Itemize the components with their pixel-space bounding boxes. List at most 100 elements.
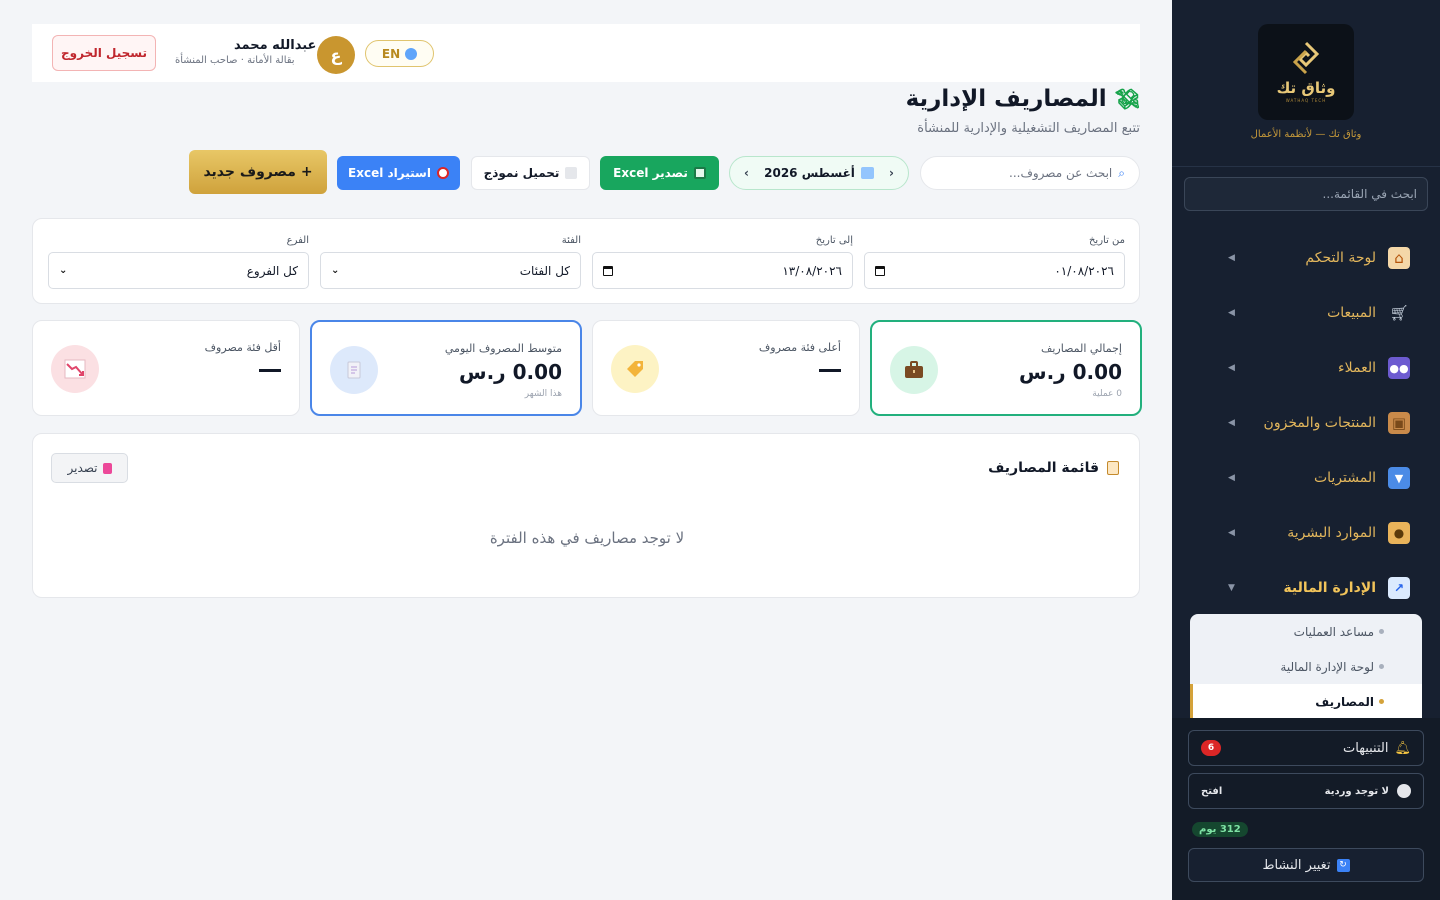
language-toggle-button[interactable]: EN <box>365 40 434 67</box>
sidebar-item-label: الإدارة المالية <box>1283 580 1376 596</box>
user-role: بقالة الأمانة · صاحب المنشأة <box>175 55 295 66</box>
expenses-list-title: قائمة المصاريف <box>988 460 1119 476</box>
chart-icon: ↗ <box>1388 577 1410 599</box>
month-navigator: ‹ أغسطس 2026 › <box>729 156 909 190</box>
stat-card-daily-average: متوسط المصروف اليومي 0.00 ر.س هذا الشهر <box>310 320 582 416</box>
sidebar-item-customers[interactable]: ●● العملاء ◀ <box>1172 348 1440 388</box>
change-activity-label: تغيير النشاط <box>1262 857 1331 873</box>
sidebar-item-sales[interactable]: 🛒︎ المبيعات ◀ <box>1172 293 1440 333</box>
avatar[interactable]: ع <box>317 36 355 74</box>
filter-to-date: إلى تاريخ ١٣/٠٨/٢٠٢٦ <box>592 235 853 289</box>
chart-down-icon <box>51 345 99 393</box>
stat-label: أقل فئة مصروف <box>204 341 281 354</box>
change-activity-button[interactable]: ↻ تغيير النشاط <box>1188 848 1424 882</box>
briefcase-icon <box>890 346 938 394</box>
user-name: عبدالله محمد <box>234 38 317 53</box>
calendar-icon[interactable] <box>603 265 613 276</box>
download-template-label: تحميل نموذج <box>483 166 560 180</box>
next-month-button[interactable]: › <box>744 166 749 180</box>
tag-icon <box>611 345 659 393</box>
sidebar-divider <box>1172 166 1440 167</box>
month-label: أغسطس 2026 <box>764 166 874 180</box>
export-excel-button[interactable]: تصدير Excel <box>600 156 719 190</box>
chevron-left-icon: ◀ <box>1228 308 1235 318</box>
logo-sub: WATHAQ TECH <box>1285 98 1327 103</box>
chevron-down-icon: ⌄ <box>331 265 340 276</box>
sidebar-item-hr[interactable]: ● الموارد البشرية ◀ <box>1172 513 1440 553</box>
calendar-icon[interactable] <box>875 265 885 276</box>
submenu-item-label: مساعد العمليات <box>1293 624 1374 639</box>
globe-icon <box>405 47 418 60</box>
from-date-input[interactable]: ٠١/٠٨/٢٠٢٦ <box>864 252 1125 289</box>
import-excel-button[interactable]: استيراد Excel <box>337 156 460 190</box>
to-date-value: ١٣/٠٨/٢٠٢٦ <box>782 263 842 278</box>
search-icon: ⌕ <box>1118 165 1125 180</box>
bullet-icon <box>1379 629 1384 634</box>
submenu-item-label: لوحة الإدارة المالية <box>1280 659 1374 674</box>
import-excel-label: استيراد Excel <box>348 166 431 180</box>
download-template-button[interactable]: تحميل نموذج <box>471 156 590 190</box>
logo-mark-icon <box>1289 41 1323 75</box>
expenses-list-title-text: قائمة المصاريف <box>988 460 1099 476</box>
prev-month-button[interactable]: ‹ <box>889 166 894 180</box>
shift-status: لا توجد وردية افتح <box>1188 773 1424 809</box>
calendar-icon <box>860 167 874 179</box>
submenu-item-label: المصاريف <box>1315 694 1374 709</box>
stat-value: 0.00 ر.س <box>1018 360 1122 384</box>
notifications-button[interactable]: 🔔︎ التنبيهات 6 <box>1188 730 1424 766</box>
page-title: 💸︎ المصاريف الإدارية <box>906 86 1140 112</box>
sidebar-footer: 🔔︎ التنبيهات 6 لا توجد وردية افتح 312 يو… <box>1172 718 1440 900</box>
submenu-item-finance-dashboard[interactable]: لوحة الإدارة المالية <box>1190 649 1422 684</box>
sidebar-item-label: المشتريات <box>1313 470 1376 486</box>
chevron-down-icon: ▼ <box>1228 583 1235 593</box>
filter-from-label: من تاريخ <box>1088 235 1125 246</box>
stat-card-low-category: أقل فئة مصروف <box>32 320 300 416</box>
clipboard-icon <box>1107 461 1119 475</box>
notifications-label: التنبيهات <box>1343 740 1389 756</box>
sidebar-search-input[interactable] <box>1184 177 1428 211</box>
logout-button[interactable]: تسجيل الخروج <box>52 35 156 71</box>
new-expense-button[interactable]: + مصروف جديد <box>189 150 327 194</box>
stat-note: 0 عملية <box>1092 389 1122 399</box>
stat-value: 0.00 ر.س <box>458 360 562 384</box>
users-icon: ●● <box>1388 357 1410 379</box>
expense-search-input[interactable] <box>942 166 1113 180</box>
open-shift-button[interactable]: افتح <box>1201 786 1222 797</box>
brand-tagline: وثاق تك — لأنظمة الأعمال <box>1250 129 1362 140</box>
sidebar-item-label: المبيعات <box>1327 305 1376 321</box>
chevron-left-icon: ◀ <box>1228 528 1235 538</box>
stat-label: إجمالي المصاريف <box>1040 342 1122 355</box>
notifications-count-badge: 6 <box>1201 740 1221 756</box>
filter-category-label: الفئة <box>561 235 581 246</box>
branch-select[interactable]: كل الفروع ⌄ <box>48 252 309 289</box>
finance-submenu: مساعد العمليات لوحة الإدارة المالية المص… <box>1190 614 1422 718</box>
sidebar-item-label: المنتجات والمخزون <box>1263 415 1376 431</box>
expenses-list-panel: قائمة المصاريف تصدير لا توجد مصاريف في ه… <box>32 433 1140 598</box>
sidebar-item-label: الموارد البشرية <box>1287 525 1376 541</box>
document-icon <box>565 167 578 179</box>
to-date-input[interactable]: ١٣/٠٨/٢٠٢٦ <box>592 252 853 289</box>
submenu-item-expenses[interactable]: المصاريف <box>1190 684 1422 718</box>
sidebar-item-finance[interactable]: ↗ الإدارة المالية ▼ <box>1172 568 1440 608</box>
stat-card-total-expenses: إجمالي المصاريف 0.00 ر.س 0 عملية <box>870 320 1142 416</box>
category-select[interactable]: كل الفئات ⌄ <box>320 252 581 289</box>
sidebar-item-purchases[interactable]: ▼ المشتريات ◀ <box>1172 458 1440 498</box>
export-icon <box>102 462 112 474</box>
brand-logo[interactable]: وثاق تك WATHAQ TECH <box>1258 24 1354 120</box>
chevron-left-icon: ◀ <box>1228 253 1235 263</box>
bullet-icon <box>1379 699 1384 704</box>
stat-empty-dash <box>819 369 841 372</box>
list-export-button[interactable]: تصدير <box>51 453 128 483</box>
page-title-text: المصاريف الإدارية <box>905 86 1107 112</box>
sidebar: وثاق تك WATHAQ TECH وثاق تك — لأنظمة الأ… <box>1172 0 1440 900</box>
sidebar-item-products[interactable]: ▣ المنتجات والمخزون ◀ <box>1172 403 1440 443</box>
sidebar-item-dashboard[interactable]: ⌂ لوحة التحكم ◀ <box>1172 238 1440 278</box>
top-bar: تسجيل الخروج عبدالله محمد بقالة الأمانة … <box>32 24 1140 82</box>
filter-from-date: من تاريخ ٠١/٠٨/٢٠٢٦ <box>864 235 1125 289</box>
stat-label: أعلى فئة مصروف <box>758 341 841 354</box>
filter-to-label: إلى تاريخ <box>815 235 853 246</box>
submenu-item-operations-assistant[interactable]: مساعد العمليات <box>1190 614 1422 649</box>
branch-value: كل الفروع <box>246 263 298 278</box>
stat-note: هذا الشهر <box>524 389 562 399</box>
sidebar-item-label: العملاء <box>1338 360 1376 376</box>
